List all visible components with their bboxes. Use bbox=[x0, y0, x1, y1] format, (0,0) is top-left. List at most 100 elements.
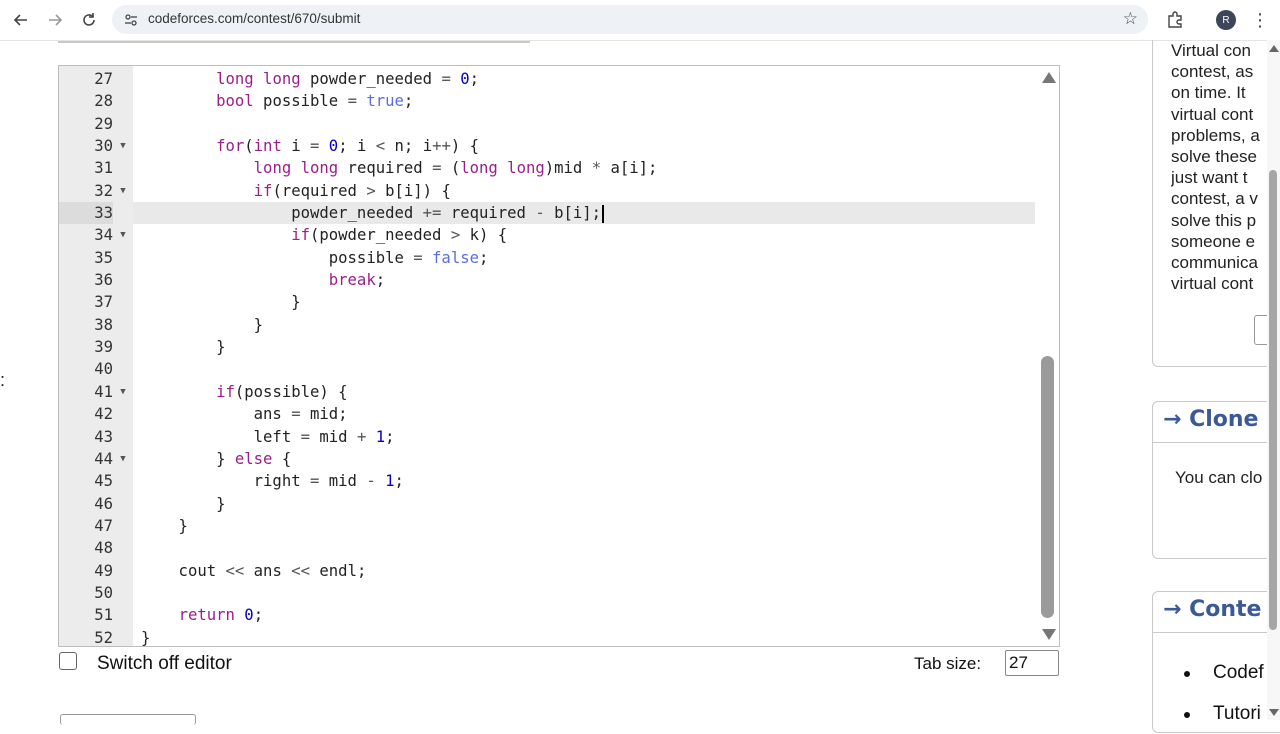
virtual-contest-text-line: Virtual con bbox=[1171, 41, 1252, 60]
extensions-icon[interactable] bbox=[1164, 9, 1186, 31]
scroll-down-icon[interactable] bbox=[1042, 629, 1056, 640]
line-number: 40 bbox=[94, 360, 113, 379]
line-number: 30 bbox=[94, 137, 113, 156]
switch-off-editor-checkbox[interactable] bbox=[59, 652, 77, 670]
editor-scrollbar[interactable] bbox=[1037, 66, 1059, 646]
code-line[interactable]: 34 ▼ if(powder_needed > k) { bbox=[59, 224, 1035, 246]
code-lines[interactable]: 27 long long powder_needed = 0; 28 bool p… bbox=[59, 68, 1035, 646]
page-scrollbar[interactable] bbox=[1267, 40, 1280, 720]
virtual-contest-text-line: communica bbox=[1171, 253, 1258, 273]
code-text[interactable]: } bbox=[133, 627, 1035, 646]
code-line[interactable]: 49 cout << ans << endl; bbox=[59, 560, 1035, 582]
code-line[interactable]: 52} bbox=[59, 627, 1035, 646]
page-scroll-down-icon[interactable] bbox=[1269, 709, 1279, 716]
code-line[interactable]: 48 bbox=[59, 537, 1035, 559]
code-text[interactable]: } bbox=[133, 515, 1035, 537]
code-text[interactable]: } bbox=[133, 493, 1035, 515]
scroll-up-icon[interactable] bbox=[1042, 72, 1056, 83]
code-text[interactable]: } else { bbox=[133, 448, 1035, 470]
clone-contest-text: You can clo bbox=[1175, 468, 1263, 487]
code-line[interactable]: 45 right = mid - 1; bbox=[59, 470, 1035, 492]
line-number: 50 bbox=[94, 583, 113, 602]
code-line[interactable]: 50 bbox=[59, 582, 1035, 604]
code-text[interactable]: break; bbox=[133, 269, 1035, 291]
fold-toggle-icon[interactable]: ▼ bbox=[117, 448, 129, 470]
fold-toggle-icon[interactable]: ▼ bbox=[117, 180, 129, 202]
code-line[interactable]: 29 bbox=[59, 113, 1035, 135]
divider bbox=[58, 41, 530, 43]
line-number: 29 bbox=[94, 114, 113, 133]
code-text[interactable]: cout << ans << endl; bbox=[133, 560, 1035, 582]
list-bullet bbox=[1184, 712, 1190, 718]
code-text[interactable]: } bbox=[133, 291, 1035, 313]
code-line[interactable]: 32 ▼ if(required > b[i]) { bbox=[59, 180, 1035, 202]
virtual-contest-text-line: virtual cont bbox=[1171, 274, 1254, 294]
editor-scroll-thumb[interactable] bbox=[1041, 356, 1054, 618]
contest-material-link[interactable]: Codef bbox=[1213, 653, 1264, 693]
code-text[interactable]: if(possible) { bbox=[133, 381, 1035, 403]
switch-off-editor-label: Switch off editor bbox=[97, 653, 232, 674]
code-line[interactable]: 30 ▼ for(int i = 0; i < n; i++) { bbox=[59, 135, 1035, 157]
line-number: 44 bbox=[94, 449, 113, 468]
line-number: 36 bbox=[94, 271, 113, 290]
fold-toggle-icon[interactable]: ▼ bbox=[117, 381, 129, 403]
code-line[interactable]: 28 bool possible = true; bbox=[59, 90, 1035, 112]
code-line[interactable]: 47 } bbox=[59, 515, 1035, 537]
virtual-contest-text-line: contest, as bbox=[1171, 62, 1254, 82]
contest-materials-title: → Conte bbox=[1163, 597, 1262, 622]
code-line[interactable]: 46 } bbox=[59, 493, 1035, 515]
code-text[interactable]: left = mid + 1; bbox=[133, 426, 1035, 448]
address-bar[interactable]: codeforces.com/contest/670/submit ☆ bbox=[112, 5, 1148, 34]
code-text[interactable]: if(required > b[i]) { bbox=[133, 180, 1035, 202]
code-text[interactable]: powder_needed += required - b[i]; bbox=[133, 202, 1035, 225]
code-line[interactable]: 44 ▼ } else { bbox=[59, 448, 1035, 470]
code-line[interactable]: 27 long long powder_needed = 0; bbox=[59, 68, 1035, 90]
page-scroll-up-icon[interactable] bbox=[1269, 45, 1279, 52]
code-line[interactable]: 39 } bbox=[59, 336, 1035, 358]
code-text[interactable]: } bbox=[133, 314, 1035, 336]
code-line[interactable]: 31 long long required = (long long)mid *… bbox=[59, 157, 1035, 179]
fold-toggle-icon[interactable]: ▼ bbox=[117, 135, 129, 157]
tab-size-label: Tab size: bbox=[914, 654, 982, 673]
code-text[interactable]: bool possible = true; bbox=[133, 90, 1035, 112]
code-text[interactable]: } bbox=[133, 336, 1035, 358]
code-line[interactable]: 36 break; bbox=[59, 269, 1035, 291]
star-icon[interactable]: ☆ bbox=[1123, 9, 1138, 29]
browser-toolbar: codeforces.com/contest/670/submit ☆ R ⋮ bbox=[0, 0, 1280, 41]
code-text[interactable]: return 0; bbox=[133, 604, 1035, 626]
code-line[interactable]: 43 left = mid + 1; bbox=[59, 426, 1035, 448]
line-number: 49 bbox=[94, 561, 113, 580]
line-number: 33 bbox=[59, 202, 113, 225]
code-text[interactable]: for(int i = 0; i < n; i++) { bbox=[133, 135, 1035, 157]
url-text[interactable]: codeforces.com/contest/670/submit bbox=[148, 11, 360, 26]
fold-toggle-icon[interactable]: ▼ bbox=[117, 224, 129, 246]
code-line[interactable]: 33 powder_needed += required - b[i]; bbox=[59, 202, 1035, 225]
code-editor[interactable]: 27 long long powder_needed = 0; 28 bool p… bbox=[58, 65, 1060, 647]
reload-icon[interactable] bbox=[76, 7, 102, 33]
virtual-contest-text-line: someone e bbox=[1171, 231, 1256, 251]
menu-dots-icon[interactable]: ⋮ bbox=[1250, 8, 1270, 32]
forward-arrow-icon[interactable] bbox=[42, 7, 68, 33]
code-line[interactable]: 35 possible = false; bbox=[59, 247, 1035, 269]
code-line[interactable]: 38 } bbox=[59, 314, 1035, 336]
clone-contest-box: → Clone You can clo bbox=[1152, 401, 1280, 559]
profile-avatar[interactable]: R bbox=[1216, 10, 1236, 30]
code-text[interactable]: if(powder_needed > k) { bbox=[133, 224, 1035, 246]
site-settings-icon[interactable] bbox=[122, 11, 140, 29]
code-line[interactable]: 42 ans = mid; bbox=[59, 403, 1035, 425]
contest-material-link[interactable]: Tutori bbox=[1213, 694, 1261, 734]
code-line[interactable]: 51 return 0; bbox=[59, 604, 1035, 626]
code-line[interactable]: 41 ▼ if(possible) { bbox=[59, 381, 1035, 403]
code-text[interactable]: right = mid - 1; bbox=[133, 470, 1035, 492]
tab-size-input[interactable]: 27 bbox=[1005, 650, 1059, 676]
code-text[interactable]: long long powder_needed = 0; bbox=[133, 68, 1035, 90]
code-text[interactable]: ans = mid; bbox=[133, 403, 1035, 425]
code-line[interactable]: 40 bbox=[59, 358, 1035, 380]
code-line[interactable]: 37 } bbox=[59, 291, 1035, 313]
back-arrow-icon[interactable] bbox=[8, 7, 34, 33]
code-text[interactable]: long long required = (long long)mid * a[… bbox=[133, 157, 1035, 179]
page-scroll-thumb[interactable] bbox=[1269, 170, 1277, 630]
code-text[interactable]: possible = false; bbox=[133, 247, 1035, 269]
line-number: 46 bbox=[94, 494, 113, 513]
left-edge-text: : bbox=[0, 370, 6, 390]
